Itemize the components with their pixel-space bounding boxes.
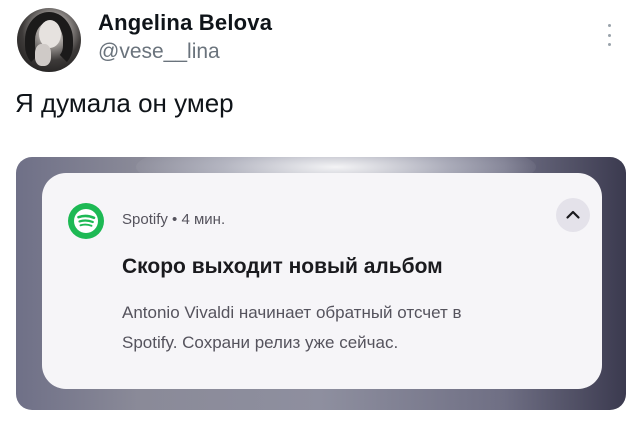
collapse-button[interactable] xyxy=(556,198,590,232)
attached-screenshot[interactable]: Spotify • 4 мин. Скоро выходит новый аль… xyxy=(16,157,626,410)
avatar[interactable] xyxy=(17,8,81,72)
tweet-text: Я думала он умер xyxy=(15,88,234,118)
notification-body-line: Spotify. Сохрани релиз уже сейчас. xyxy=(122,333,399,352)
notification-meta: Spotify • 4 мин. xyxy=(122,211,225,228)
notification-body-line: Antonio Vivaldi начинает обратный отсчет… xyxy=(122,303,462,322)
notification-title: Скоро выходит новый альбом xyxy=(122,255,443,278)
notification-card[interactable]: Spotify • 4 мин. Скоро выходит новый аль… xyxy=(42,173,602,389)
notification-time: 4 мин. xyxy=(181,211,226,228)
author-handle[interactable]: @vese__lina xyxy=(98,40,220,64)
app-name: Spotify xyxy=(122,211,168,228)
chevron-up-icon xyxy=(566,210,580,219)
spotify-icon xyxy=(68,203,104,239)
avatar-hand xyxy=(35,44,51,66)
author-name[interactable]: Angelina Belova xyxy=(98,10,272,36)
vertical-ellipsis-icon[interactable] xyxy=(606,24,612,46)
tweet-card: Angelina Belova @vese__lina Я думала он … xyxy=(0,0,640,422)
notification-body: Antonio Vivaldi начинает обратный отсчет… xyxy=(122,298,592,358)
meta-separator: • xyxy=(172,211,178,228)
